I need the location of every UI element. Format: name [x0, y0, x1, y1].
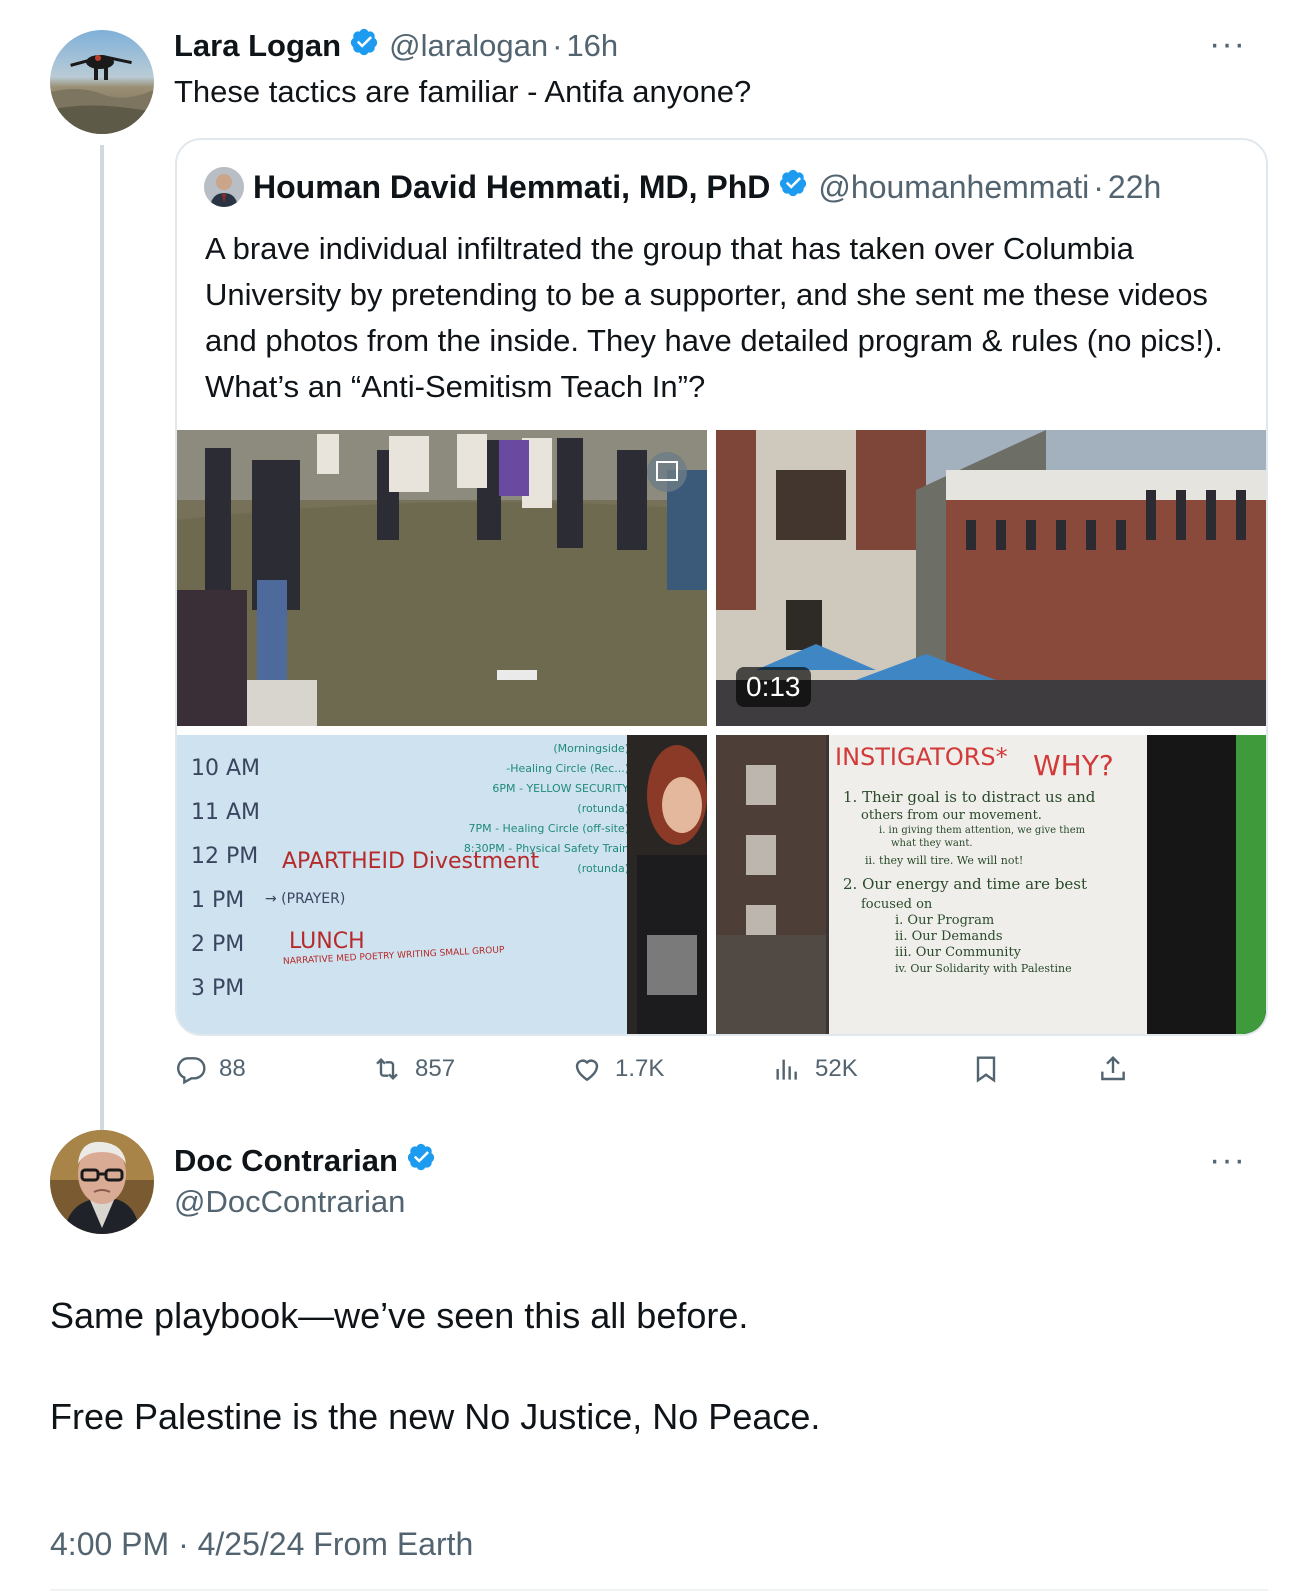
sign-heading: INSTIGATORS* [835, 743, 1008, 771]
sign-line: what they want. [891, 838, 973, 849]
schedule-item: → (PRAYER) [265, 891, 346, 907]
bookmark-icon [976, 1056, 996, 1083]
media-grid: 0:13 10 AM 11 AM 12 PM 1 PM 2 PM 3 PM AP… [177, 430, 1266, 1034]
verified-badge-icon [406, 1142, 436, 1180]
video-duration-badge: 0:13 [736, 667, 811, 707]
quote-author-handle: @houmanhemmati [818, 168, 1090, 205]
time-separator: · [552, 28, 563, 63]
reply-text-line-2: Free Palestine is the new No Justice, No… [50, 1396, 821, 1437]
like-button[interactable]: 1.7K [571, 1053, 664, 1085]
thread-connector-line [100, 145, 104, 1140]
repost-button[interactable]: 857 [371, 1053, 455, 1085]
reply-text-line-1: Same playbook—we’ve seen this all before… [50, 1295, 749, 1336]
repost-icon [376, 1057, 398, 1081]
quote-text: A brave individual infiltrated the group… [205, 231, 1223, 404]
sign-line: ii. they will tire. We will not! [865, 854, 1024, 867]
more-options-icon[interactable]: ··· [1209, 1143, 1246, 1177]
bookmark-button[interactable] [970, 1053, 1014, 1085]
reply-icon [177, 1057, 206, 1085]
schedule-times: 10 AM 11 AM 12 PM 1 PM 2 PM 3 PM [191, 747, 260, 1011]
verified-badge-icon [349, 27, 379, 65]
schedule-evening: (Morningside) -Healing Circle (Rec...) 6… [459, 739, 629, 879]
sign-line: i. in giving them attention, we give the… [879, 825, 1086, 836]
tweet-header: Lara Logan @laralogan · 16h [174, 26, 618, 66]
reply-author-name[interactable]: Doc Contrarian [174, 1143, 398, 1179]
sign-line: 2. Our energy and time are best [843, 875, 1088, 893]
sign-line: focused on [861, 897, 933, 912]
schedule-time: 11 AM [191, 800, 261, 825]
quote-author-name: Houman David Hemmati, MD, PhD [253, 168, 771, 205]
author-name[interactable]: Lara Logan [174, 28, 341, 64]
divider [50, 1589, 1268, 1591]
verified-badge-icon [778, 168, 808, 206]
sign-line: iii. Our Community [895, 945, 1022, 960]
schedule-evening-line: 8:30PM - Physical Safety Train [463, 842, 629, 855]
tweet-text: These tactics are familiar - Antifa anyo… [174, 74, 752, 109]
schedule-evening-line: (rotunda) [577, 862, 629, 875]
heart-icon [575, 1059, 599, 1082]
repost-count: 857 [415, 1055, 456, 1082]
quoted-tweet[interactable]: Houman David Hemmati, MD, PhD @houmanhem… [175, 138, 1268, 1036]
schedule-evening-line: (Morningside) [553, 742, 629, 755]
tweet-actions: 88 857 1.7K 52K [175, 1053, 1175, 1093]
time-separator: · [1093, 168, 1104, 205]
media-photo-sign[interactable]: INSTIGATORS* WHY? 1. Their goal is to di… [716, 735, 1266, 1034]
schedule-evening-line: -Healing Circle (Rec...) [506, 762, 629, 775]
quote-author-avatar [204, 167, 244, 207]
schedule-time: 3 PM [191, 976, 245, 1001]
sign-line: iv. Our Solidarity with Palestine [895, 962, 1072, 975]
views-count: 52K [815, 1055, 858, 1082]
sign-line: i. Our Program [895, 913, 995, 928]
author-handle[interactable]: @laralogan [389, 28, 548, 64]
more-options-icon[interactable]: ··· [1209, 27, 1246, 61]
quote-time: 22h [1107, 168, 1162, 205]
sign-why: WHY? [1033, 749, 1114, 782]
schedule-time: 1 PM [191, 888, 245, 913]
sign-line: 1. Their goal is to distract us and [843, 788, 1096, 806]
schedule-time: 12 PM [191, 844, 259, 869]
schedule-evening-line: 7PM - Healing Circle (off-site) [468, 822, 629, 835]
media-photo-schedule[interactable]: 10 AM 11 AM 12 PM 1 PM 2 PM 3 PM APARTHE… [177, 735, 707, 1034]
media-video-building[interactable]: 0:13 [716, 430, 1266, 726]
reply-button[interactable]: 88 [175, 1053, 246, 1085]
media-photo-lawn[interactable] [177, 430, 707, 726]
schedule-time: 10 AM [191, 756, 261, 781]
schedule-evening-line: 6PM - YELLOW SECURITY (rotunda) [492, 782, 629, 815]
reply-author-avatar[interactable] [50, 1130, 154, 1234]
sign-lines: 1. Their goal is to distract us and othe… [843, 787, 1143, 977]
reply-timestamp[interactable]: 4:00 PM · 4/25/24 From Earth [50, 1526, 473, 1563]
sign-board: INSTIGATORS* WHY? 1. Their goal is to di… [829, 735, 1147, 1034]
schedule-time: 2 PM [191, 932, 245, 957]
sign-line: others from our movement. [861, 808, 1042, 823]
schedule-item: LUNCH [289, 929, 365, 954]
reply-author-handle[interactable]: @DocContrarian [174, 1184, 405, 1220]
author-avatar[interactable] [50, 30, 154, 134]
reply-count: 88 [219, 1055, 246, 1082]
share-icon [1101, 1055, 1125, 1081]
sign-line: ii. Our Demands [895, 929, 1003, 944]
like-count: 1.7K [615, 1055, 665, 1082]
tweet-time[interactable]: 16h [566, 28, 618, 64]
share-button[interactable] [1097, 1053, 1141, 1085]
quote-header: Houman David Hemmati, MD, PhD @houmanhem… [253, 166, 1161, 208]
views-icon [776, 1059, 797, 1080]
reply-header: Doc Contrarian [174, 1141, 436, 1181]
views-button[interactable]: 52K [771, 1053, 858, 1085]
